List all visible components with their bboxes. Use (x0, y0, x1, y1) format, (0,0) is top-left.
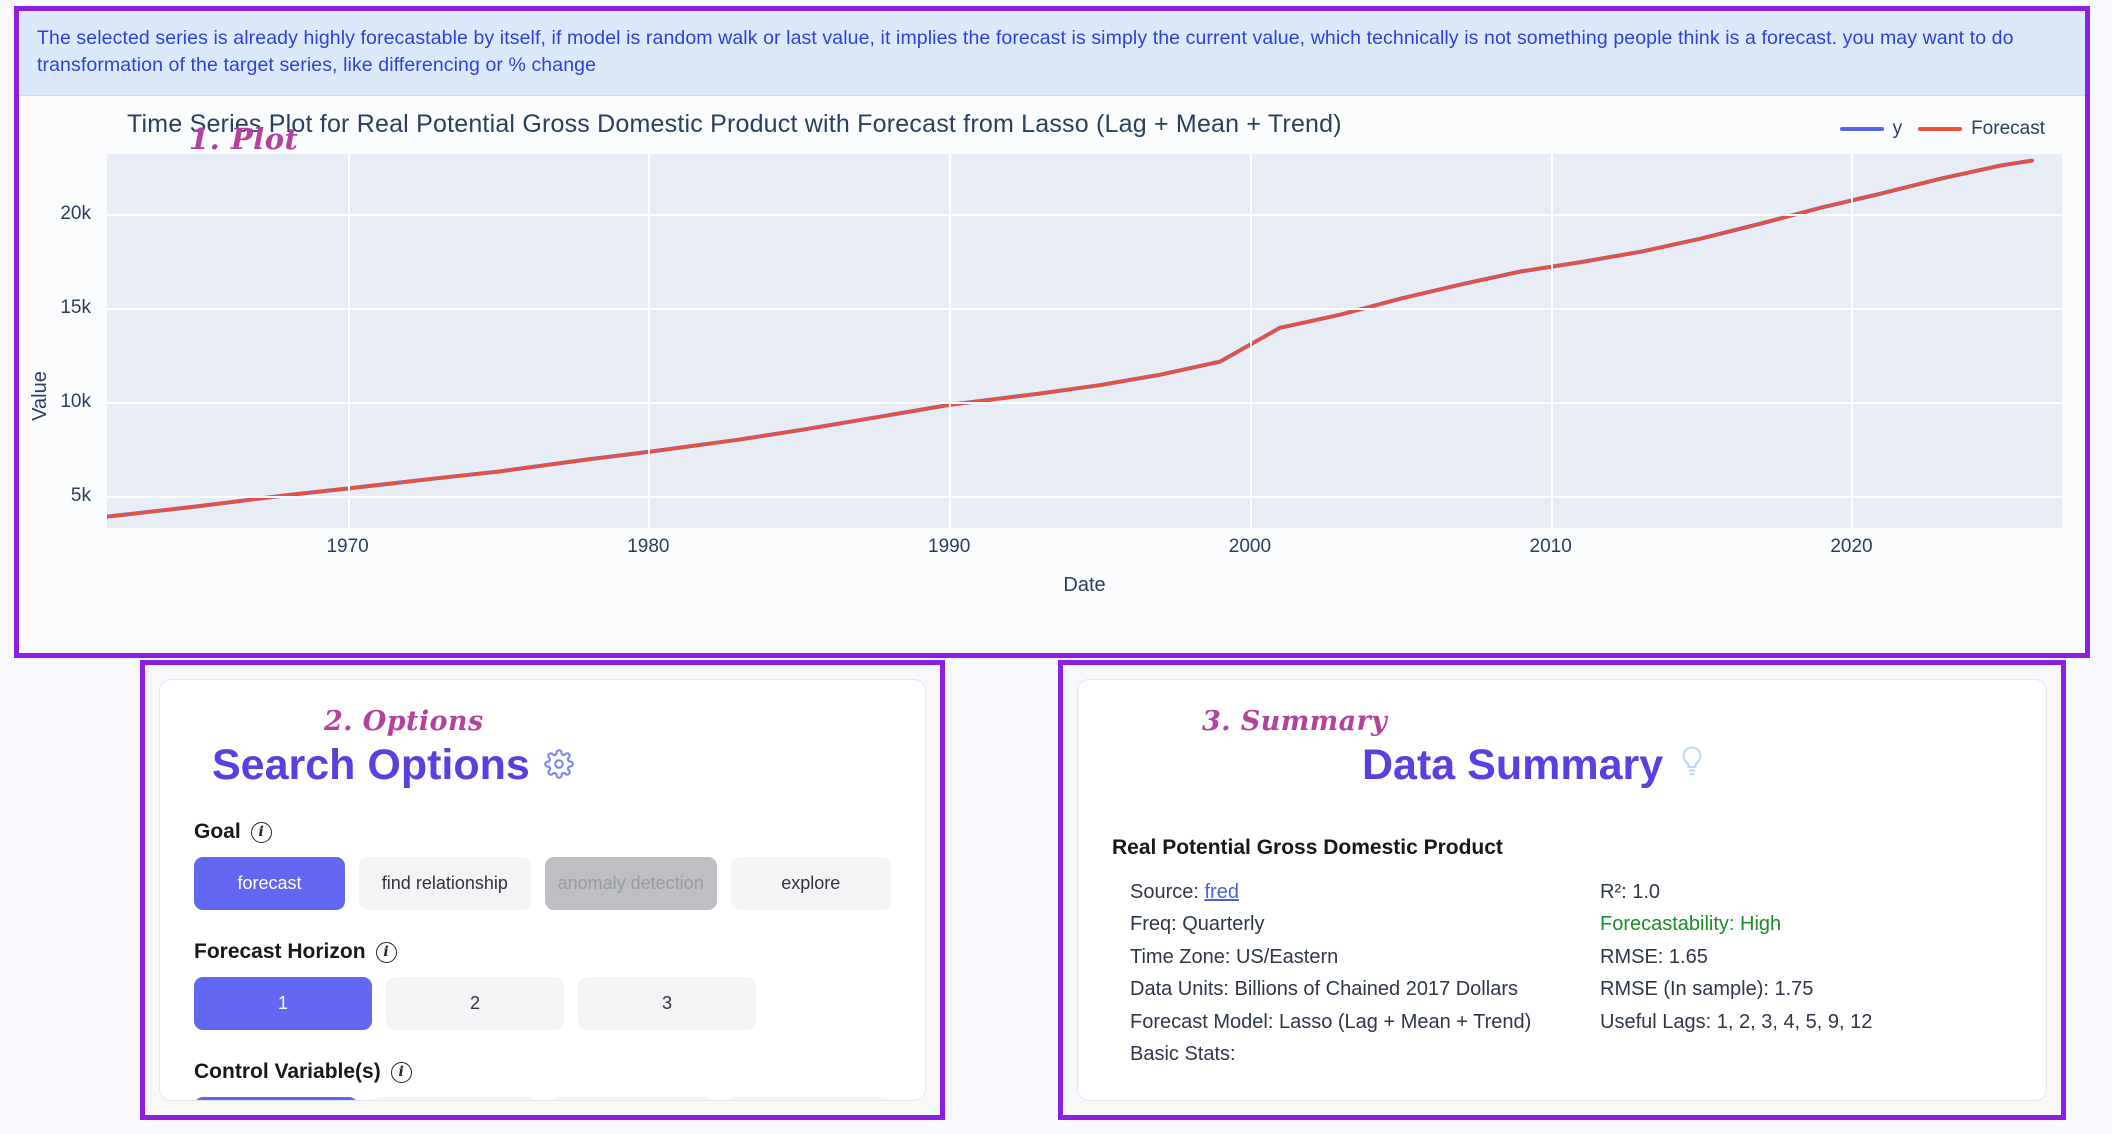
x-axis-tick-label: 1990 (928, 535, 971, 557)
goal-label: Goal (194, 820, 241, 843)
data-summary-card: 3. Summary Data Summary Real Potential G… (1077, 679, 2047, 1101)
gridline-horizontal (107, 401, 2062, 404)
gridline-vertical (648, 153, 651, 528)
plot-step-badge: 1. Plot (189, 121, 299, 156)
gridline-horizontal (107, 307, 2062, 310)
y-axis-tick-label: 5k (70, 484, 91, 506)
control-variables-label-row: Control Variable(s) i (194, 1060, 891, 1084)
summary-step-badge: 3. Summary (1202, 706, 1388, 737)
source-label: Source: (1130, 881, 1205, 903)
forecast-horizon-button-group: 1 2 3 (194, 977, 891, 1030)
y-axis-tick-label: 15k (60, 296, 91, 318)
lightbulb-icon[interactable] (1677, 741, 1707, 790)
gridline-vertical (949, 153, 952, 528)
info-icon[interactable]: i (375, 941, 397, 963)
time-series-plot: Time Series Plot for Real Potential Gros… (19, 95, 2085, 648)
summary-details: Source: fred Freq: Quarterly Time Zone: … (1112, 876, 2012, 1070)
x-axis-tick-label: 2020 (1830, 535, 1873, 557)
gridline-vertical (1550, 153, 1553, 528)
summary-row-basic-stats: Basic Stats: (1130, 1042, 1236, 1065)
bottom-panels: 2. Options Search Options Goal i forecas… (0, 660, 2112, 1134)
plot-section-outline: The selected series is already highly fo… (14, 6, 2090, 658)
gear-icon[interactable] (544, 741, 574, 790)
control-variables-label: Control Variable(s) (194, 1060, 381, 1083)
x-axis-title: Date (1063, 573, 1106, 596)
gridline-vertical (347, 153, 350, 528)
summary-section-outline: 3. Summary Data Summary Real Potential G… (1058, 660, 2066, 1120)
goal-button-forecast[interactable]: forecast (194, 857, 345, 910)
legend-label-y: y (1892, 117, 1903, 139)
horizon-button-1[interactable]: 1 (194, 977, 372, 1030)
control-variables-button-group (194, 1097, 891, 1100)
summary-title: Data Summary (1362, 741, 1664, 789)
summary-row-forecastability: Forecastability: High (1600, 913, 1782, 936)
control-variable-button-1[interactable] (194, 1097, 358, 1100)
series-lines (107, 154, 2062, 528)
summary-left-column: Source: fred Freq: Quarterly Time Zone: … (1130, 876, 1600, 1070)
goal-button-group: forecast find relationship anomaly detec… (194, 857, 891, 910)
x-axis-tick-label: 2010 (1529, 535, 1572, 557)
summary-right-column: R²: 1.0 Forecastability: High RMSE: 1.65… (1600, 876, 1872, 1070)
x-axis-tick-label: 2000 (1228, 535, 1272, 557)
legend-item-forecast[interactable]: Forecast (1918, 118, 2045, 140)
summary-row-timezone: Time Zone: US/Eastern (1130, 945, 1339, 968)
y-axis-tick-label: 10k (60, 390, 91, 412)
warning-banner: The selected series is already highly fo… (19, 11, 2085, 96)
info-icon[interactable]: i (250, 821, 272, 843)
gridline-horizontal (107, 213, 2062, 216)
summary-row-useful-lags: Useful Lags: 1, 2, 3, 4, 5, 9, 12 (1600, 1010, 1873, 1033)
summary-row-source: Source: fred (1130, 876, 1600, 908)
plot-title: Time Series Plot for Real Potential Gros… (127, 109, 1342, 138)
gridline-horizontal (107, 495, 2062, 498)
legend-item-y[interactable]: y (1839, 117, 1903, 140)
summary-row-rmse: RMSE: 1.65 (1600, 945, 1708, 968)
summary-row-forecast-model: Forecast Model: Lasso (Lag + Mean + Tren… (1130, 1010, 1532, 1033)
summary-row-rmse-insample: RMSE (In sample): 1.75 (1600, 978, 1814, 1001)
y-axis-tick-label: 20k (60, 202, 91, 224)
app-screen: The selected series is already highly fo… (0, 0, 2112, 1134)
legend-swatch-y (1839, 126, 1884, 131)
goal-button-find-relationship[interactable]: find relationship (358, 857, 531, 910)
horizon-button-3[interactable]: 3 (578, 977, 756, 1030)
summary-row-r2: R²: 1.0 (1600, 881, 1661, 903)
forecast-horizon-label-row: Forecast Horizon i (194, 940, 891, 964)
control-variable-button-3[interactable] (549, 1097, 714, 1100)
legend-swatch-forecast (1918, 126, 1963, 131)
summary-row-data-units: Data Units: Billions of Chained 2017 Dol… (1130, 978, 1518, 1001)
info-icon[interactable]: i (390, 1061, 412, 1083)
options-title-row: Search Options (212, 741, 891, 790)
summary-row-freq: Freq: Quarterly (1130, 913, 1265, 936)
options-section-outline: 2. Options Search Options Goal i forecas… (140, 660, 945, 1120)
forecast-horizon-label: Forecast Horizon (194, 940, 366, 963)
control-variable-button-2[interactable] (371, 1097, 536, 1100)
x-axis-tick-label: 1970 (326, 535, 369, 557)
options-step-badge: 2. Options (324, 706, 484, 737)
horizon-button-2[interactable]: 2 (386, 977, 564, 1030)
summary-series-name: Real Potential Gross Domestic Product (1112, 836, 1503, 859)
gridline-vertical (1249, 153, 1252, 528)
options-title: Search Options (212, 741, 530, 789)
source-link[interactable]: fred (1204, 881, 1238, 903)
gridline-vertical (1851, 153, 1854, 528)
plot-legend: y Forecast (1839, 117, 2045, 140)
legend-label-forecast: Forecast (1971, 117, 2045, 139)
goal-label-row: Goal i (194, 820, 891, 844)
x-axis-tick-label: 1980 (627, 535, 670, 557)
y-axis-title: Value (29, 370, 51, 421)
summary-title-row: Data Summary (1362, 741, 2012, 790)
goal-button-anomaly-detection: anomaly detection (544, 857, 717, 910)
search-options-card: 2. Options Search Options Goal i forecas… (159, 679, 926, 1101)
plot-canvas[interactable]: 5k 10k 15k 20k 1970 1980 1990 2000 2010 2020 Date (60, 153, 2062, 596)
goal-button-explore[interactable]: explore (730, 857, 891, 910)
control-variable-button-4[interactable] (727, 1097, 891, 1100)
